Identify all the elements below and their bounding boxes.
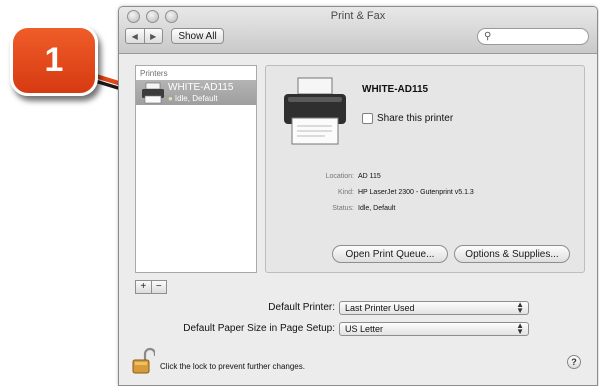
chevron-updown-icon: ▲ ▼ [516,321,524,336]
kind-label: Kind: [338,189,354,196]
chevron-updown-icon: ▲ ▼ [516,300,524,315]
status-value: Idle, Default [358,205,396,212]
status-dot-icon: ● [168,94,173,103]
print-fax-window: Print & Fax ◀ ▶ Show All ⚲ Printers WHIT… [118,6,598,386]
remove-printer-button[interactable]: − [152,281,167,293]
lock-button[interactable] [131,347,157,380]
share-printer-option[interactable]: Share this printer [362,113,453,124]
title-bar: Print & Fax ◀ ▶ Show All ⚲ [119,7,597,54]
paper-size-label: Default Paper Size in Page Setup: [183,323,335,334]
show-all-button[interactable]: Show All [171,28,224,44]
lock-message: Click the lock to prevent further change… [160,362,305,371]
back-forward-control: ◀ ▶ [125,28,163,44]
add-printer-button[interactable]: + [136,281,152,293]
share-printer-label: Share this printer [377,113,454,124]
printer-detail-name: WHITE-AD115 [362,84,429,95]
search-icon: ⚲ [484,31,492,42]
open-print-queue-button[interactable]: Open Print Queue... [332,245,448,263]
printer-list-header: Printers [140,69,168,78]
step-number-badge: 1 [10,25,98,96]
paper-size-value: US Letter [345,324,384,334]
printer-info: Location: AD 115 Kind: HP LaserJet 2300 … [266,169,474,217]
status-label: Status: [332,205,354,212]
printer-detail-pane: WHITE-AD115 Share this printer Location:… [265,65,585,273]
back-arrow-icon[interactable]: ◀ [126,29,145,43]
default-printer-select[interactable]: Last Printer Used ▲ ▼ [339,301,529,315]
location-value: AD 115 [358,173,381,180]
default-printer-label: Default Printer: [268,302,335,313]
window-title: Print & Fax [330,10,386,22]
printer-status-text: Idle, Default [174,94,218,103]
printer-icon [142,82,164,104]
add-remove-control: + − [135,280,167,294]
printer-list: Printers WHITE-AD115 ● Idle, Default [135,65,257,273]
location-label: Location: [325,173,354,180]
options-supplies-button[interactable]: Options & Supplies... [454,245,570,263]
help-button[interactable]: ? [567,355,581,369]
lock-icon [132,347,157,374]
forward-arrow-icon[interactable]: ▶ [145,29,163,43]
printer-large-icon [284,77,346,145]
printer-name: WHITE-AD115 [168,82,234,93]
printer-status: ● Idle, Default [168,94,218,103]
kind-value: HP LaserJet 2300 - Gutenprint v5.1.3 [358,189,474,196]
default-printer-value: Last Printer Used [345,303,415,313]
printer-list-item[interactable]: WHITE-AD115 ● Idle, Default [136,80,256,105]
paper-size-select[interactable]: US Letter ▲ ▼ [339,322,529,336]
share-printer-checkbox[interactable] [362,113,373,124]
search-input[interactable]: ⚲ [477,28,589,45]
